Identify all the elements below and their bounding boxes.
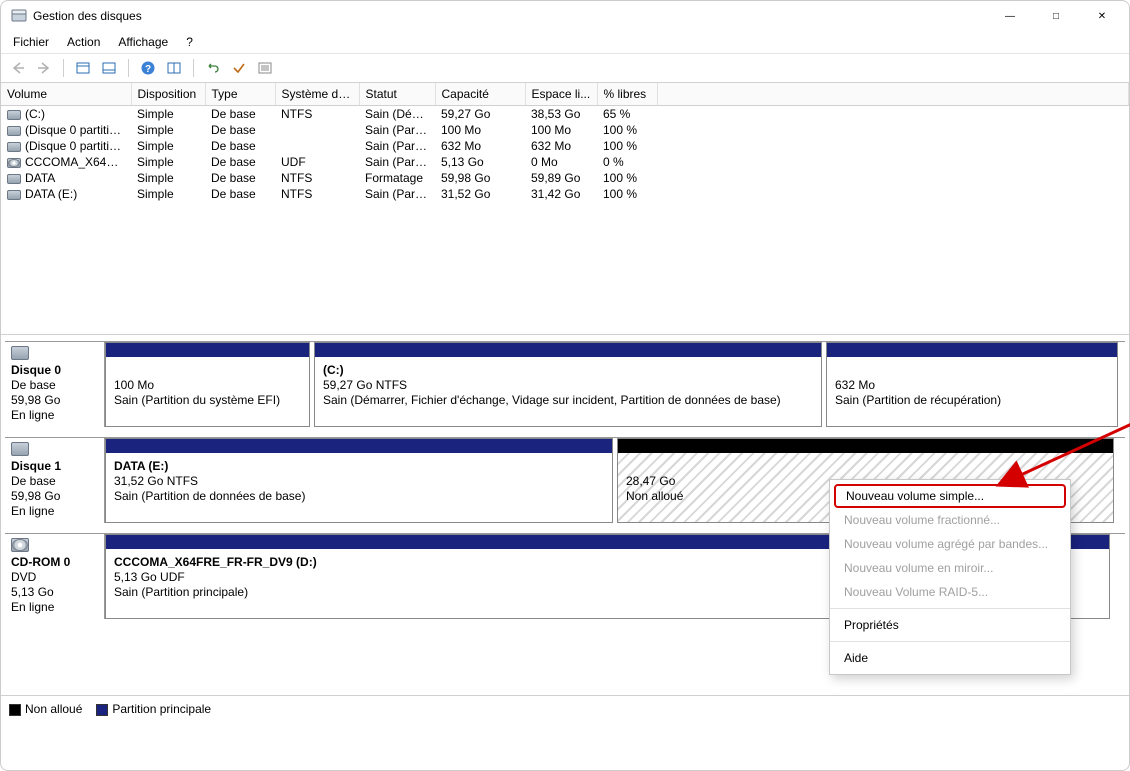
titlebar: Gestion des disques — □ ✕ [1, 1, 1129, 31]
table-row[interactable]: DATASimpleDe baseNTFSFormatage59,98 Go59… [1, 170, 1129, 186]
hdd-icon [7, 174, 21, 184]
hdd-icon [7, 190, 21, 200]
hdd-icon [7, 126, 21, 136]
window-title: Gestion des disques [33, 9, 987, 23]
table-row[interactable]: (Disque 0 partition...SimpleDe baseSain … [1, 138, 1129, 154]
view-top-button[interactable] [72, 58, 94, 78]
list-button[interactable] [254, 58, 276, 78]
hdd-icon [11, 346, 29, 360]
window-controls: — □ ✕ [987, 1, 1125, 31]
back-button[interactable] [7, 58, 29, 78]
ctx-new-mirror-volume: Nouveau volume en miroir... [830, 556, 1070, 580]
volumes-pane[interactable]: Volume Disposition Type Système de ... S… [1, 83, 1129, 335]
table-row[interactable]: (C:)SimpleDe baseNTFSSain (Dém...59,27 G… [1, 106, 1129, 123]
menu-view[interactable]: Affichage [110, 33, 176, 51]
partition[interactable]: (C:)59,27 Go NTFSSain (Démarrer, Fichier… [314, 342, 822, 427]
swatch-primary [96, 704, 108, 716]
menu-help[interactable]: ? [178, 33, 201, 51]
toolbar: ? [1, 54, 1129, 83]
partition[interactable]: DATA (E:)31,52 Go NTFSSain (Partition de… [105, 438, 613, 523]
menubar: Fichier Action Affichage ? [1, 31, 1129, 54]
menu-file[interactable]: Fichier [5, 33, 57, 51]
cd-icon [7, 158, 21, 168]
hdd-icon [11, 442, 29, 456]
ctx-help[interactable]: Aide [830, 646, 1070, 670]
legend-primary-label: Partition principale [112, 702, 211, 716]
ctx-new-spanned-volume: Nouveau volume fractionné... [830, 508, 1070, 532]
swatch-unallocated [9, 704, 21, 716]
app-icon [11, 8, 27, 24]
table-row[interactable]: DATA (E:)SimpleDe baseNTFSSain (Parti...… [1, 186, 1129, 202]
minimize-button[interactable]: — [987, 1, 1033, 31]
col-layout[interactable]: Disposition [131, 83, 205, 106]
disk-header[interactable]: CD-ROM 0DVD5,13 GoEn ligne [5, 534, 105, 619]
table-header-row[interactable]: Volume Disposition Type Système de ... S… [1, 83, 1129, 106]
ctx-new-simple-volume[interactable]: Nouveau volume simple... [834, 484, 1066, 508]
refresh-button[interactable] [202, 58, 224, 78]
context-menu: Nouveau volume simple... Nouveau volume … [829, 479, 1071, 675]
ctx-new-raid5-volume: Nouveau Volume RAID-5... [830, 580, 1070, 604]
maximize-button[interactable]: □ [1033, 1, 1079, 31]
table-row[interactable]: CCCOMA_X64FRE...SimpleDe baseUDFSain (Pa… [1, 154, 1129, 170]
view-bottom-button[interactable] [98, 58, 120, 78]
svg-text:?: ? [145, 64, 151, 75]
legend-unallocated-label: Non alloué [25, 702, 82, 716]
legend: Non alloué Partition principale [1, 695, 1129, 722]
disk-header[interactable]: Disque 1De base59,98 GoEn ligne [5, 438, 105, 523]
cd-icon [11, 538, 29, 552]
hdd-icon [7, 110, 21, 120]
help-icon[interactable]: ? [137, 58, 159, 78]
col-fs[interactable]: Système de ... [275, 83, 359, 106]
ctx-properties[interactable]: Propriétés [830, 613, 1070, 637]
disk-row: Disque 0De base59,98 GoEn ligne 100 MoSa… [5, 341, 1125, 427]
forward-button[interactable] [33, 58, 55, 78]
action-check-button[interactable] [228, 58, 250, 78]
hdd-icon [7, 142, 21, 152]
close-button[interactable]: ✕ [1079, 1, 1125, 31]
settings-button[interactable] [163, 58, 185, 78]
menu-action[interactable]: Action [59, 33, 108, 51]
col-capacity[interactable]: Capacité [435, 83, 525, 106]
col-status[interactable]: Statut [359, 83, 435, 106]
table-row[interactable]: (Disque 0 partition...SimpleDe baseSain … [1, 122, 1129, 138]
col-free[interactable]: Espace li... [525, 83, 597, 106]
partition[interactable]: 632 MoSain (Partition de récupération) [826, 342, 1118, 427]
disk-header[interactable]: Disque 0De base59,98 GoEn ligne [5, 342, 105, 427]
partition[interactable]: 100 MoSain (Partition du système EFI) [105, 342, 310, 427]
col-type[interactable]: Type [205, 83, 275, 106]
col-pctfree[interactable]: % libres [597, 83, 657, 106]
ctx-new-striped-volume: Nouveau volume agrégé par bandes... [830, 532, 1070, 556]
col-volume[interactable]: Volume [1, 83, 131, 106]
